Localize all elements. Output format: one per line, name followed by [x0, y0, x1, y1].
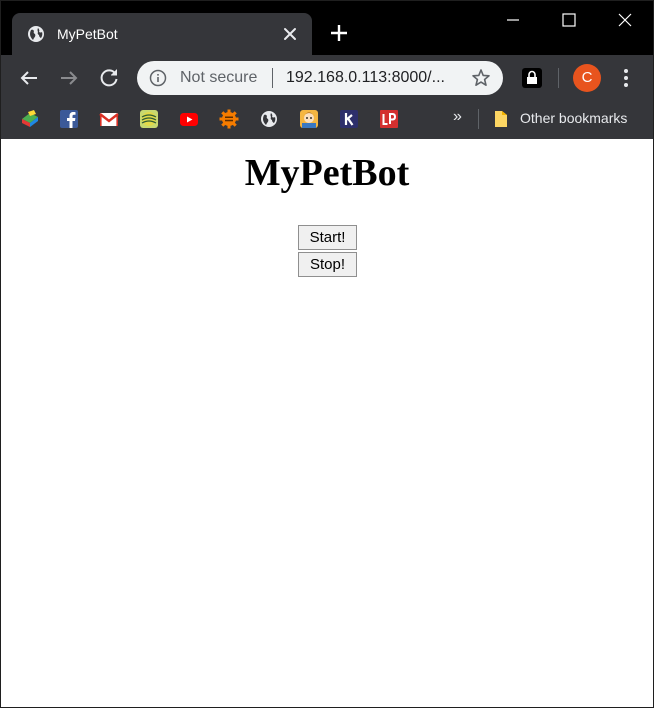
bookmarks-divider [478, 109, 479, 129]
address-bar[interactable]: Not secure 192.168.0.113:8000/... [137, 61, 503, 95]
tab-mypetbot[interactable]: MyPetBot [12, 13, 312, 55]
bookmarks-overflow-chevron[interactable]: » [453, 107, 462, 127]
globe-icon [28, 26, 44, 42]
new-tab-icon[interactable] [329, 23, 349, 43]
page-title: MyPetBot [244, 152, 410, 194]
gmail-icon[interactable] [99, 109, 119, 129]
reload-icon[interactable] [97, 66, 121, 90]
url-text[interactable]: 192.168.0.113:8000/... [286, 68, 445, 88]
striped-globe-icon[interactable] [139, 109, 159, 129]
minimize-icon[interactable] [485, 1, 541, 39]
browser-toolbar: Not secure 192.168.0.113:8000/... C [1, 55, 653, 101]
close-icon[interactable] [280, 24, 300, 44]
back-arrow-icon[interactable] [17, 66, 41, 90]
title-bar: MyPetBot [1, 1, 653, 55]
k-letter-icon[interactable] [339, 109, 359, 129]
lock-extension-icon[interactable] [520, 66, 544, 90]
lp-icon[interactable] [379, 109, 399, 129]
page-content: MyPetBot Start! Stop! [1, 139, 653, 707]
info-icon[interactable] [149, 69, 167, 87]
colorful-app-icon[interactable] [20, 109, 40, 129]
security-label: Not secure [180, 69, 258, 86]
stop-button[interactable]: Stop! [298, 252, 357, 277]
facebook-icon[interactable] [59, 109, 79, 129]
forward-arrow-icon[interactable] [57, 66, 81, 90]
tab-title: MyPetBot [57, 26, 118, 42]
orange-gear-icon[interactable] [219, 109, 239, 129]
profile-avatar[interactable]: C [573, 64, 601, 92]
folder-icon[interactable] [492, 110, 510, 128]
globe-icon[interactable] [259, 109, 279, 129]
bookmarks-bar: » Other bookmarks [1, 101, 653, 139]
omnibox-divider [272, 68, 273, 88]
browser-window: MyPetBot Not secure 192.168.0.113:8000/.… [0, 0, 654, 708]
other-bookmarks-label[interactable]: Other bookmarks [520, 109, 627, 127]
avatar-face-icon[interactable] [299, 109, 319, 129]
maximize-icon[interactable] [541, 1, 597, 39]
bookmark-star-icon[interactable] [471, 68, 491, 88]
toolbar-divider [558, 68, 559, 88]
youtube-icon[interactable] [179, 109, 199, 129]
more-menu-icon[interactable] [616, 66, 636, 90]
window-close-icon[interactable] [597, 1, 653, 39]
start-button[interactable]: Start! [298, 225, 357, 250]
